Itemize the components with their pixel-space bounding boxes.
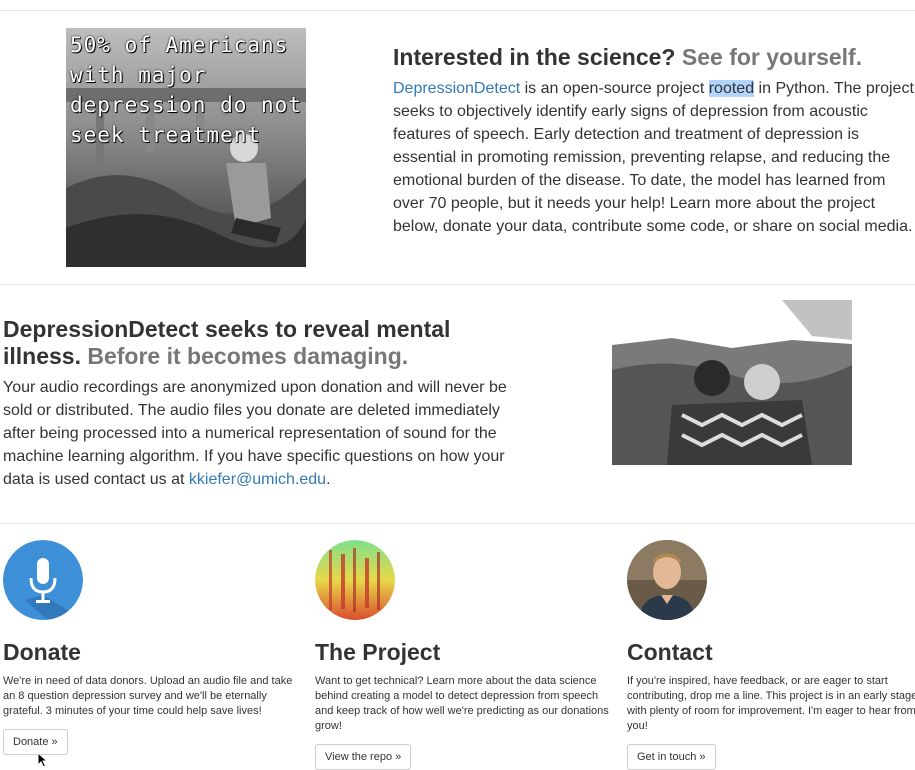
email-link[interactable]: kkiefer@umich.edu — [189, 471, 326, 488]
bridge-photo: 50% of Americans with major depression do … — [66, 28, 306, 267]
get-in-touch-button[interactable]: Get in touch » — [627, 744, 716, 770]
project-column: The Project Want to get technical? Learn… — [315, 540, 610, 770]
couple-photo-art — [612, 300, 852, 465]
science-text-a: is an open-source project — [520, 80, 709, 97]
spectrogram-icon-art — [315, 540, 395, 620]
donate-title: Donate — [3, 639, 81, 665]
highlighted-word: rooted — [708, 80, 755, 97]
depressiondetect-link[interactable]: DepressionDetect — [393, 80, 520, 97]
privacy-heading-muted: Before it becomes damaging. — [87, 343, 409, 369]
privacy-text-end: . — [326, 471, 331, 488]
science-heading-muted: See for yourself. — [681, 44, 863, 70]
privacy-paragraph: Your audio recordings are anonymized upo… — [3, 376, 533, 491]
science-section: Interested in the science? See for yours… — [393, 44, 915, 238]
contact-text: If you're inspired, have feedback, or ar… — [627, 675, 915, 732]
caption-line: with major — [70, 63, 207, 87]
donate-text: We're in need of data donors. Upload an … — [3, 675, 293, 717]
project-text: Want to get technical? Learn more about … — [315, 675, 609, 732]
mouse-cursor-icon — [37, 752, 49, 768]
privacy-heading: DepressionDetect seeks to reveal mental … — [3, 316, 533, 370]
donate-column: Donate We're in need of data donors. Upl… — [3, 540, 298, 755]
science-heading: Interested in the science? See for yours… — [393, 44, 915, 71]
view-repo-button[interactable]: View the repo » — [315, 744, 412, 770]
science-heading-main: Interested in the science? — [393, 44, 676, 70]
microphone-icon-art — [3, 540, 83, 620]
science-paragraph: DepressionDetect is an open-source proje… — [393, 77, 915, 238]
profile-photo-art — [627, 540, 707, 620]
caption-line: depression do not — [70, 93, 302, 117]
donate-button[interactable]: Donate » — [3, 729, 68, 755]
divider-2 — [0, 523, 915, 524]
top-divider — [0, 10, 915, 11]
privacy-section: DepressionDetect seeks to reveal mental … — [3, 316, 533, 491]
project-title: The Project — [315, 639, 441, 665]
profile-photo — [627, 540, 707, 620]
contact-column: Contact If you're inspired, have feedbac… — [627, 540, 915, 770]
caption-line: 50% of Americans — [70, 33, 289, 57]
science-text-b: in Python. The project seeks to objectiv… — [393, 80, 914, 235]
divider-1 — [0, 284, 915, 285]
microphone-icon — [3, 540, 83, 620]
couple-photo — [612, 300, 852, 465]
caption-line: seek treatment — [70, 123, 262, 147]
bridge-photo-caption: 50% of Americans with major depression do … — [70, 30, 302, 150]
spectrogram-icon — [315, 540, 395, 620]
contact-title: Contact — [627, 639, 713, 665]
